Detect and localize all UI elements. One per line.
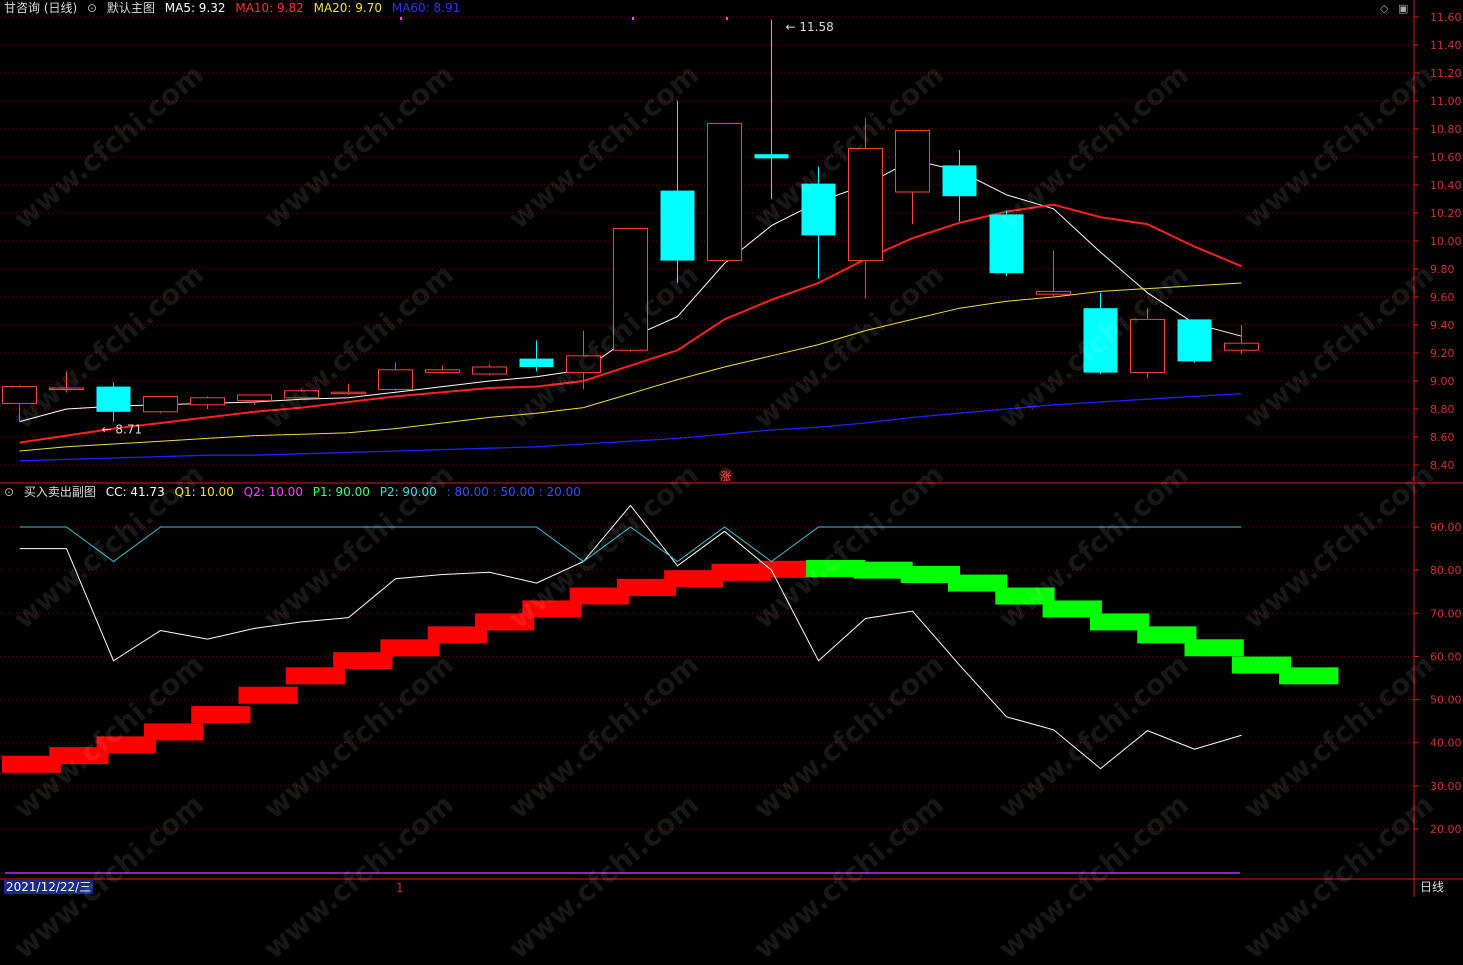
diamond-icon[interactable]: ◇ xyxy=(1380,2,1388,15)
sub-indicator-name[interactable]: 买入卖出副图 xyxy=(24,485,96,499)
low-annotation: ← 8.71 xyxy=(102,423,143,437)
candle-body-up xyxy=(848,148,883,262)
candle-body-up xyxy=(425,369,460,374)
signal-step-bar xyxy=(1184,639,1244,657)
candle-body-down xyxy=(989,214,1024,274)
indicator-tick-label: 30.00 xyxy=(1430,780,1462,793)
window-icon[interactable]: ▣ xyxy=(1398,2,1408,15)
ma60-value: MA60: 8.91 xyxy=(391,1,461,15)
chart-canvas: 11.60 11.40 11.20 11.00 10.80 10.60 10.40 10.20… xyxy=(0,0,1463,897)
candle-body-up xyxy=(1036,290,1071,295)
candle-body-up xyxy=(237,394,272,402)
price-tick-label: 11.60 xyxy=(1430,11,1462,24)
candle-body-down xyxy=(1177,319,1212,362)
high-annotation: ← 11.58 xyxy=(786,20,834,34)
candle-body-up xyxy=(2,386,37,404)
candle-body-up xyxy=(143,395,178,413)
ma5-value: MA5: 9.32 xyxy=(164,1,226,15)
event-marker xyxy=(400,17,402,20)
event-marker xyxy=(726,17,728,20)
signal-step-bar xyxy=(1279,667,1339,685)
event-marker xyxy=(632,17,634,20)
p1-value: P1: 90.00 xyxy=(312,485,370,499)
signal-step-bar xyxy=(238,686,298,704)
candle-body-up xyxy=(707,122,742,262)
candle-body-up xyxy=(331,391,366,395)
candle-body-down xyxy=(754,154,789,159)
price-tick-label: 8.80 xyxy=(1430,403,1455,416)
p1-line xyxy=(19,526,1242,563)
main-indicator-name[interactable]: 默认主图 xyxy=(107,1,155,15)
candle-body-up xyxy=(566,355,601,374)
date-cursor-label: 2021/12/22/三 xyxy=(4,880,94,894)
main-chart-header: 甘咨询 (日线) ⊙ 默认主图 MA5: 9.32 MA10: 9.82 MA2… xyxy=(4,1,466,15)
candle-body-down xyxy=(1083,308,1118,373)
indicator-tick-label: 40.00 xyxy=(1430,737,1462,750)
price-tick-label: 8.40 xyxy=(1430,459,1455,472)
level-values: : 80.00 : 50.00 : 20.00 xyxy=(446,485,581,499)
indicator-switch-icon[interactable]: ⊙ xyxy=(4,485,14,499)
cc-value: CC: 41.73 xyxy=(105,485,165,499)
candle-body-up xyxy=(1130,318,1165,374)
indicator-tick-label: 90.00 xyxy=(1430,521,1462,534)
price-tick-label: 10.40 xyxy=(1430,179,1462,192)
price-tick-label: 11.40 xyxy=(1430,39,1462,52)
period-label[interactable]: 日线 xyxy=(1420,880,1444,894)
candle-body-down xyxy=(519,358,554,367)
q1-value: Q1: 10.00 xyxy=(174,485,234,499)
price-tick-label: 9.80 xyxy=(1430,263,1455,276)
candle-body-up xyxy=(49,387,84,390)
price-tick-label: 10.80 xyxy=(1430,123,1462,136)
stock-title[interactable]: 甘咨询 (日线) xyxy=(4,1,77,15)
price-tick-label: 10.20 xyxy=(1430,207,1462,220)
signal-step-bar xyxy=(143,723,204,741)
candle-body-down xyxy=(942,165,977,197)
price-tick-label: 9.00 xyxy=(1430,375,1455,388)
price-tick-label: 9.20 xyxy=(1430,347,1455,360)
candle-body-up xyxy=(895,129,930,193)
candle-body-up xyxy=(613,227,648,351)
indicator-switch-icon[interactable]: ⊙ xyxy=(87,1,97,15)
candle-body-down xyxy=(660,190,695,261)
price-tick-label: 11.00 xyxy=(1430,95,1462,108)
candle-body-up xyxy=(472,366,507,375)
indicator-tick-label: 80.00 xyxy=(1430,564,1462,577)
indicator-tick-label: 70.00 xyxy=(1430,607,1462,620)
indicator-tick-label: 50.00 xyxy=(1430,694,1462,707)
price-tick-label: 11.20 xyxy=(1430,67,1462,80)
ma10-value: MA10: 9.82 xyxy=(235,1,304,15)
candle-body-down xyxy=(801,183,836,236)
bull-bear-steps xyxy=(2,559,1339,773)
candle-body-up xyxy=(284,390,319,399)
price-tick-label: 10.60 xyxy=(1430,151,1462,164)
candlesticks xyxy=(2,19,1259,422)
candle-body-up xyxy=(378,369,413,390)
candle-body-up xyxy=(190,397,225,406)
price-tick-label: 8.60 xyxy=(1430,431,1455,444)
q2-value: Q2: 10.00 xyxy=(243,485,303,499)
price-tick-label: 9.60 xyxy=(1430,291,1455,304)
indicator-tick-label: 20.00 xyxy=(1430,823,1462,836)
indicator-tick-label: 60.00 xyxy=(1430,650,1462,663)
candle-body-down xyxy=(96,386,131,412)
signal-step-bar xyxy=(191,706,251,724)
ma20-value: MA20: 9.70 xyxy=(313,1,383,15)
price-tick-label: 9.40 xyxy=(1430,319,1455,332)
signal-step-bar xyxy=(285,667,346,685)
candle-body-up xyxy=(1224,342,1259,351)
rise-marker-label: 涨 xyxy=(720,470,731,483)
price-tick-label: 10.00 xyxy=(1430,235,1462,248)
sub-chart-header: ⊙ 买入卖出副图 CC: 41.73 Q1: 10.00 Q2: 10.00 P… xyxy=(4,485,587,499)
month-marker: 1 xyxy=(396,881,404,895)
p2-value: P2: 90.00 xyxy=(379,485,437,499)
